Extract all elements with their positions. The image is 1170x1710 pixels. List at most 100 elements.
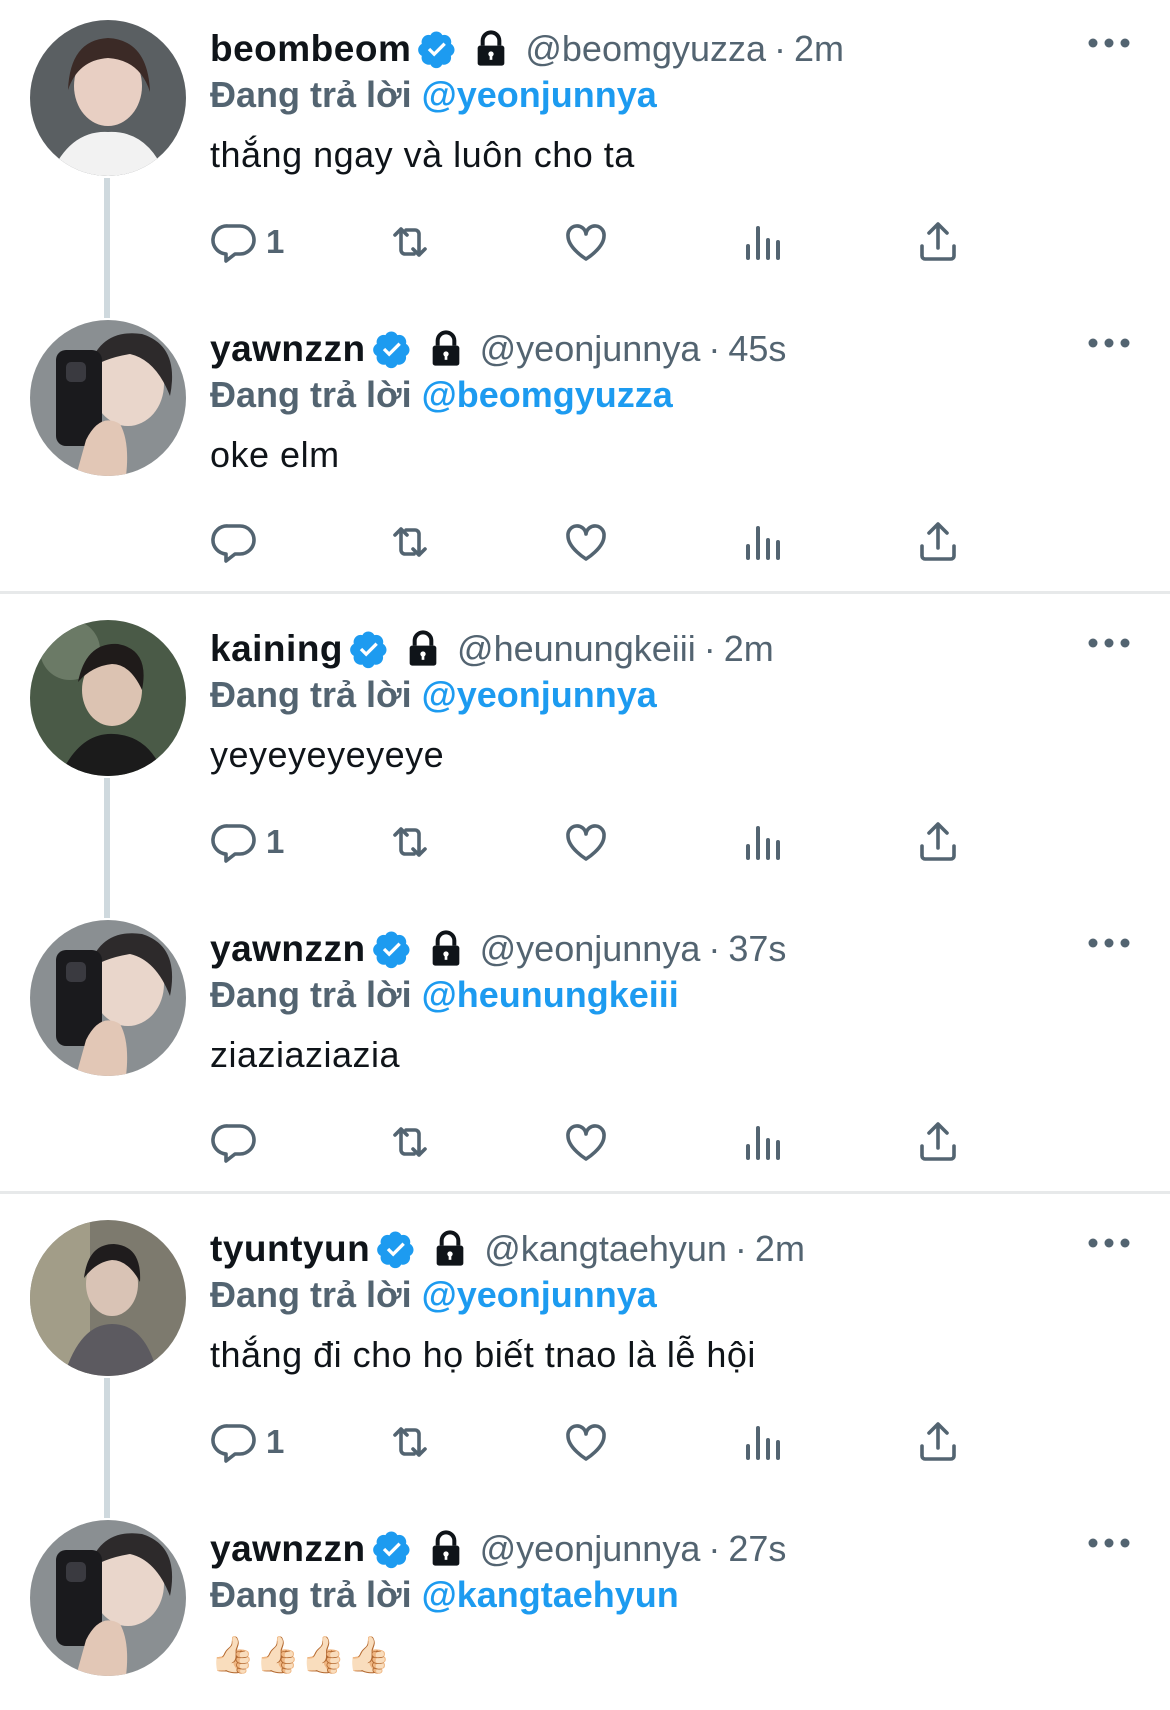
tweet[interactable]: beombeom @beomgyuzza · 2m Đang trả lời @y… bbox=[0, 0, 1170, 318]
retweet-icon bbox=[393, 1127, 427, 1157]
replying-to: Đang trả lời @heunungkeiii bbox=[210, 974, 679, 1016]
display-name[interactable]: yawnzzn bbox=[210, 1528, 366, 1570]
avatar[interactable] bbox=[30, 20, 186, 176]
tweet[interactable]: yawnzzn @yeonjunnya · 45s Đang trả lời @b… bbox=[0, 300, 1170, 600]
timestamp[interactable]: 2m bbox=[755, 1228, 805, 1270]
timestamp[interactable]: 45s bbox=[728, 328, 786, 370]
timestamp[interactable]: 37s bbox=[728, 928, 786, 970]
tweet[interactable]: yawnzzn @yeonjunnya · 37s Đang trả lời @h… bbox=[0, 900, 1170, 1200]
more-icon[interactable] bbox=[1085, 1528, 1133, 1558]
more-icon[interactable] bbox=[1085, 1228, 1133, 1258]
like-button[interactable] bbox=[562, 1112, 610, 1172]
retweet-button[interactable] bbox=[386, 812, 434, 872]
display-name[interactable]: tyuntyun bbox=[210, 1228, 370, 1270]
tweet-header: yawnzzn @yeonjunnya · 45s bbox=[210, 326, 786, 372]
avatar[interactable] bbox=[30, 920, 186, 1076]
views-button[interactable] bbox=[738, 1412, 786, 1472]
like-button[interactable] bbox=[562, 512, 610, 572]
like-icon bbox=[566, 1124, 606, 1161]
handle[interactable]: @yeonjunnya bbox=[480, 328, 701, 370]
display-name[interactable]: yawnzzn bbox=[210, 928, 366, 970]
reply-button[interactable]: 1 bbox=[210, 1412, 284, 1472]
mention-link[interactable]: @yeonjunnya bbox=[422, 74, 657, 115]
views-button[interactable] bbox=[738, 1112, 786, 1172]
reply-button[interactable] bbox=[210, 1112, 266, 1172]
replying-label: Đang trả lời bbox=[210, 1274, 412, 1315]
like-icon bbox=[566, 824, 606, 861]
reply-icon bbox=[211, 824, 256, 863]
lock-icon bbox=[436, 1230, 464, 1266]
avatar[interactable] bbox=[30, 320, 186, 476]
share-icon bbox=[920, 822, 956, 861]
views-icon bbox=[746, 826, 780, 860]
action-bar bbox=[210, 512, 1050, 572]
thread-line bbox=[104, 1378, 110, 1518]
tweet-text: oke elm bbox=[210, 434, 340, 475]
reply-count: 1 bbox=[266, 1423, 285, 1460]
handle[interactable]: @beomgyuzza bbox=[525, 28, 766, 70]
mention-link[interactable]: @beomgyuzza bbox=[422, 374, 673, 415]
like-button[interactable] bbox=[562, 812, 610, 872]
verified-badge-icon bbox=[377, 1231, 414, 1269]
share-button[interactable] bbox=[914, 812, 962, 872]
lock-icon bbox=[432, 1530, 459, 1566]
avatar[interactable] bbox=[30, 620, 186, 776]
share-button[interactable] bbox=[914, 512, 962, 572]
share-button[interactable] bbox=[914, 1112, 962, 1172]
timestamp[interactable]: 2m bbox=[724, 628, 774, 670]
views-button[interactable] bbox=[738, 812, 786, 872]
reply-count: 1 bbox=[266, 823, 285, 860]
mention-link[interactable]: @kangtaehyun bbox=[422, 1574, 679, 1615]
reply-button[interactable]: 1 bbox=[210, 212, 284, 272]
share-icon bbox=[920, 1422, 956, 1461]
tweet[interactable]: tyuntyun @kangtaehyun · 2m Đang trả lời @… bbox=[0, 1200, 1170, 1518]
mention-link[interactable]: @yeonjunnya bbox=[422, 1274, 657, 1315]
retweet-button[interactable] bbox=[386, 512, 434, 572]
mention-link[interactable]: @heunungkeiii bbox=[422, 974, 679, 1015]
display-name[interactable]: beombeom bbox=[210, 28, 411, 70]
thread-line bbox=[104, 778, 110, 918]
display-name[interactable]: kaining bbox=[210, 628, 343, 670]
handle[interactable]: @heunungkeiii bbox=[457, 628, 696, 670]
tweet-text: ziaziaziazia bbox=[210, 1034, 401, 1075]
avatar[interactable] bbox=[30, 1220, 186, 1376]
thread-line bbox=[104, 178, 110, 318]
views-button[interactable] bbox=[738, 212, 786, 272]
retweet-button[interactable] bbox=[386, 212, 434, 272]
display-name[interactable]: yawnzzn bbox=[210, 328, 366, 370]
more-icon[interactable] bbox=[1085, 328, 1133, 358]
handle[interactable]: @yeonjunnya bbox=[480, 1528, 701, 1570]
like-button[interactable] bbox=[562, 212, 610, 272]
divider bbox=[0, 591, 1170, 594]
tweet[interactable]: kaining @heunungkeiii · 2m Đang trả lời @… bbox=[0, 600, 1170, 918]
share-button[interactable] bbox=[914, 212, 962, 272]
reply-icon bbox=[211, 524, 256, 563]
verified-badge-icon bbox=[372, 331, 410, 369]
retweet-icon bbox=[393, 227, 427, 257]
mention-link[interactable]: @yeonjunnya bbox=[422, 674, 657, 715]
reply-button[interactable]: 1 bbox=[210, 812, 284, 872]
avatar[interactable] bbox=[30, 1520, 186, 1676]
verified-badge-icon bbox=[372, 1531, 410, 1569]
like-button[interactable] bbox=[562, 1412, 610, 1472]
separator: · bbox=[703, 628, 716, 669]
tweet[interactable]: yawnzzn @yeonjunnya · 27s Đang trả lời @k… bbox=[0, 1500, 1170, 1710]
more-icon[interactable] bbox=[1085, 28, 1133, 58]
handle[interactable]: @yeonjunnya bbox=[480, 928, 701, 970]
views-icon bbox=[746, 1426, 780, 1460]
more-icon[interactable] bbox=[1085, 628, 1133, 658]
views-button[interactable] bbox=[738, 512, 786, 572]
timestamp[interactable]: 27s bbox=[728, 1528, 786, 1570]
share-button[interactable] bbox=[914, 1412, 962, 1472]
reply-button[interactable] bbox=[210, 512, 266, 572]
more-icon[interactable] bbox=[1085, 928, 1133, 958]
retweet-icon bbox=[393, 527, 427, 557]
like-icon bbox=[566, 1424, 606, 1461]
retweet-button[interactable] bbox=[386, 1412, 434, 1472]
retweet-button[interactable] bbox=[386, 1112, 434, 1172]
timestamp[interactable]: 2m bbox=[794, 28, 844, 70]
tweet-text: yeyeyeyeyeye bbox=[210, 734, 445, 775]
handle[interactable]: @kangtaehyun bbox=[484, 1228, 727, 1270]
separator: · bbox=[708, 928, 721, 969]
share-icon bbox=[920, 522, 956, 561]
